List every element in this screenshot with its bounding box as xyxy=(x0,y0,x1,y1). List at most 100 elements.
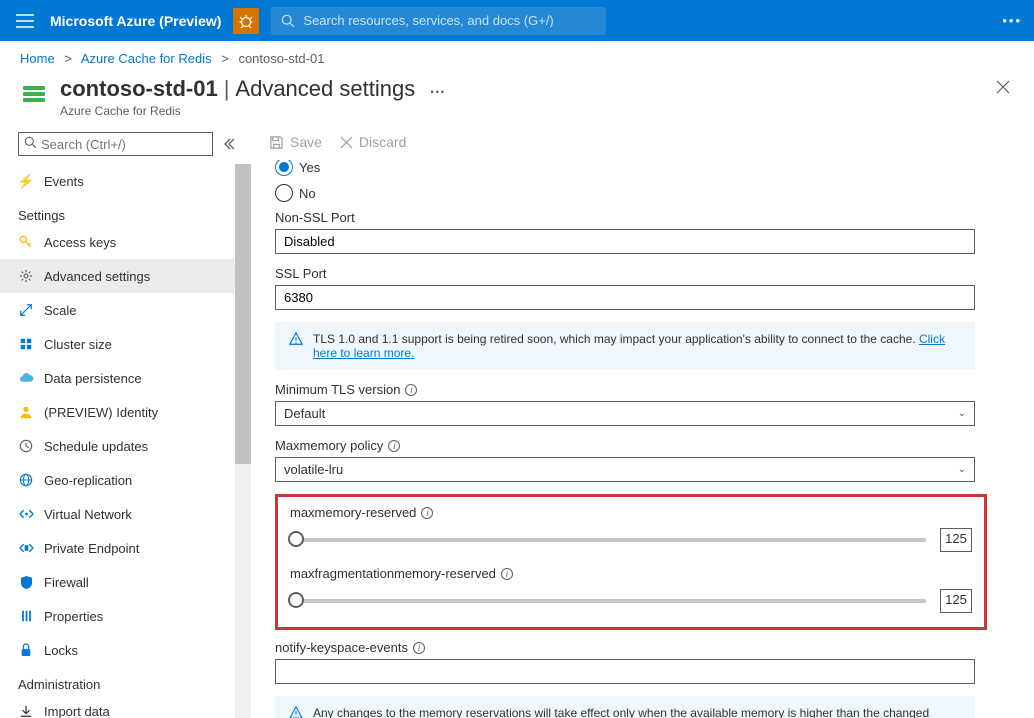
sidebar-item-scale[interactable]: Scale xyxy=(0,293,251,327)
nonssl-port-input[interactable] xyxy=(275,229,975,254)
ssl-port-label: SSL Port xyxy=(275,266,1010,281)
sidebar-item-label: Firewall xyxy=(44,575,89,590)
mintls-select[interactable]: Default ⌄ xyxy=(275,401,975,426)
global-search[interactable]: Search resources, services, and docs (G+… xyxy=(271,7,606,35)
gear-icon xyxy=(18,268,34,284)
sidebar-section-admin: Administration xyxy=(0,667,251,694)
radio-icon xyxy=(275,184,293,202)
ssl-port-input[interactable] xyxy=(275,285,975,310)
radio-yes[interactable]: Yes xyxy=(275,160,1010,176)
key-icon xyxy=(18,234,34,250)
import-icon xyxy=(18,703,34,718)
redis-resource-icon xyxy=(20,80,48,108)
bolt-icon: ⚡ xyxy=(18,173,34,189)
page-header: contoso-std-01 | Advanced settings … Azu… xyxy=(0,70,1034,126)
preview-bug-icon[interactable] xyxy=(233,8,259,34)
cluster-icon xyxy=(18,336,34,352)
save-button[interactable]: Save xyxy=(269,134,322,150)
sidebar-item-label: Cluster size xyxy=(44,337,112,352)
sidebar-item-label: Events xyxy=(44,174,84,189)
sidebar-item-identity[interactable]: (PREVIEW) Identity xyxy=(0,395,251,429)
command-bar: Save Discard xyxy=(251,126,1034,160)
sidebar-item-cluster-size[interactable]: Cluster size xyxy=(0,327,251,361)
maxmem-policy-label: Maxmemory policy xyxy=(275,438,383,453)
info-icon[interactable]: i xyxy=(501,568,513,580)
memory-warning-banner: Any changes to the memory reservations w… xyxy=(275,696,975,718)
info-icon[interactable]: i xyxy=(405,384,417,396)
search-icon xyxy=(281,14,295,28)
sidebar-item-label: Geo-replication xyxy=(44,473,132,488)
chevron-down-icon: ⌄ xyxy=(958,464,966,475)
main-content: Save Discard Yes No Non-SSL Port S xyxy=(251,126,1034,718)
sidebar-item-firewall[interactable]: Firewall xyxy=(0,565,251,599)
sidebar-item-label: Access keys xyxy=(44,235,116,250)
endpoint-icon xyxy=(18,540,34,556)
sidebar: ⚡ Events Settings Access keys Advanced s… xyxy=(0,126,251,718)
breadcrumb-current: contoso-std-01 xyxy=(238,51,324,66)
sidebar-item-label: Locks xyxy=(44,643,78,658)
props-icon xyxy=(18,608,34,624)
hamburger-icon[interactable] xyxy=(12,10,38,32)
maxfrag-label: maxfragmentationmemory-reserved xyxy=(290,566,496,581)
lock-icon xyxy=(18,642,34,658)
radio-icon xyxy=(275,160,293,176)
warning-icon xyxy=(289,332,303,360)
breadcrumb-home[interactable]: Home xyxy=(20,51,55,66)
chevron-down-icon: ⌄ xyxy=(958,408,966,419)
close-blade-icon[interactable] xyxy=(992,76,1014,98)
info-icon[interactable]: i xyxy=(413,642,425,654)
maxfrag-value[interactable]: 125 xyxy=(940,589,972,613)
maxfrag-slider[interactable] xyxy=(290,599,926,603)
sidebar-item-locks[interactable]: Locks xyxy=(0,633,251,667)
notify-keyspace-label: notify-keyspace-events xyxy=(275,640,408,655)
radio-no[interactable]: No xyxy=(275,184,1010,202)
maxmem-reserved-value[interactable]: 125 xyxy=(940,528,972,552)
globe-icon xyxy=(18,472,34,488)
nonssl-port-label: Non-SSL Port xyxy=(275,210,1010,225)
sidebar-item-label: Private Endpoint xyxy=(44,541,139,556)
maxmem-reserved-slider[interactable] xyxy=(290,538,926,542)
slider-thumb[interactable] xyxy=(288,531,304,547)
sidebar-item-events[interactable]: ⚡ Events xyxy=(0,164,251,198)
sidebar-item-private-endpoint[interactable]: Private Endpoint xyxy=(0,531,251,565)
sidebar-item-schedule-updates[interactable]: Schedule updates xyxy=(0,429,251,463)
sidebar-item-label: Scale xyxy=(44,303,77,318)
sidebar-item-label: Advanced settings xyxy=(44,269,150,284)
page-title: Advanced settings xyxy=(235,76,415,102)
sidebar-item-label: Schedule updates xyxy=(44,439,148,454)
sidebar-item-label: Properties xyxy=(44,609,103,624)
sidebar-section-settings: Settings xyxy=(0,198,251,225)
highlighted-memory-section: maxmemory-reserved i 125 maxfragmentation… xyxy=(275,494,987,630)
sidebar-item-label: Virtual Network xyxy=(44,507,132,522)
vnet-icon xyxy=(18,506,34,522)
slider-thumb[interactable] xyxy=(288,592,304,608)
info-icon[interactable]: i xyxy=(421,507,433,519)
sidebar-item-virtual-network[interactable]: Virtual Network xyxy=(0,497,251,531)
sidebar-item-access-keys[interactable]: Access keys xyxy=(0,225,251,259)
sidebar-item-advanced-settings[interactable]: Advanced settings xyxy=(0,259,251,293)
sidebar-item-import-data[interactable]: Import data xyxy=(0,694,251,718)
resource-type-label: Azure Cache for Redis xyxy=(60,104,445,118)
maxmem-reserved-label: maxmemory-reserved xyxy=(290,505,416,520)
sidebar-item-label: Data persistence xyxy=(44,371,142,386)
maxmem-policy-select[interactable]: volatile-lru ⌄ xyxy=(275,457,975,482)
discard-icon xyxy=(340,136,353,149)
sidebar-search-input[interactable] xyxy=(18,132,213,156)
cloud-icon xyxy=(18,370,34,386)
breadcrumb-parent[interactable]: Azure Cache for Redis xyxy=(81,51,212,66)
header-more-icon[interactable]: … xyxy=(429,80,445,98)
sidebar-item-properties[interactable]: Properties xyxy=(0,599,251,633)
scale-icon xyxy=(18,302,34,318)
collapse-sidebar-icon[interactable] xyxy=(221,136,237,152)
sidebar-item-geo-replication[interactable]: Geo-replication xyxy=(0,463,251,497)
shield-icon xyxy=(18,574,34,590)
identity-icon xyxy=(18,404,34,420)
discard-button[interactable]: Discard xyxy=(340,134,406,150)
mintls-label: Minimum TLS version xyxy=(275,382,400,397)
sidebar-scrollbar[interactable] xyxy=(235,164,251,718)
sidebar-item-data-persistence[interactable]: Data persistence xyxy=(0,361,251,395)
topbar-more-icon[interactable]: ••• xyxy=(1002,13,1022,28)
brand-label[interactable]: Microsoft Azure (Preview) xyxy=(50,13,221,29)
notify-keyspace-input[interactable] xyxy=(275,659,975,684)
info-icon[interactable]: i xyxy=(388,440,400,452)
